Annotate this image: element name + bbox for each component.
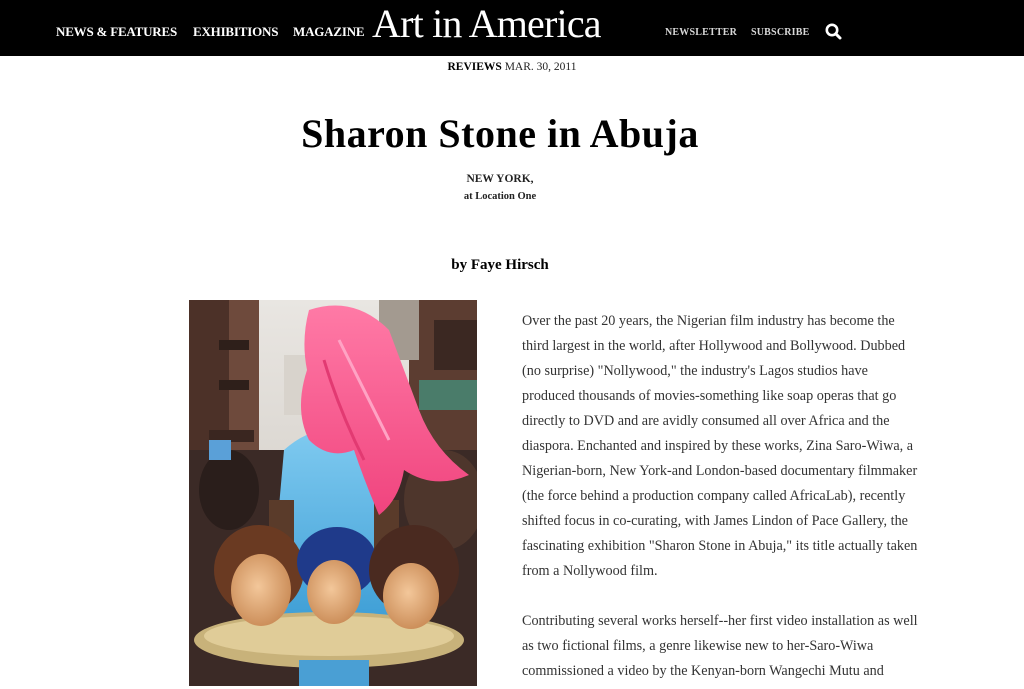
location-venue: at Location One (463, 191, 537, 202)
article-title: Sharon Stone in Abuja (301, 111, 699, 156)
article-kicker: REVIEWS MAR. 30, 2011 (0, 61, 1024, 73)
body-line: Over the past 20 years, the Nigerian fil… (522, 313, 895, 329)
body-line: from a Nollywood film. (522, 563, 658, 579)
body-line: diaspora. Enchanted and inspired by thes… (522, 438, 914, 454)
body-line: (the force behind a production company c… (522, 488, 906, 504)
body-line: fascinating exhibition "Sharon Stone in … (522, 538, 918, 554)
nav-subscribe[interactable]: SUBSCRIBE (751, 27, 810, 38)
article-body: Over the past 20 years, the Nigerian fil… (522, 309, 952, 689)
body-line: shifted focus in co-curating, with James… (522, 513, 908, 529)
nav-exhibitions[interactable]: EXHIBITIONS (193, 24, 278, 40)
body-line: commissioned a video by the Kenyan-born … (522, 663, 884, 679)
article-photo (189, 300, 477, 686)
top-navigation-bar: NEWS & FEATURES EXHIBITIONS MAGAZINE Art… (0, 0, 1024, 56)
body-line: Nigerian-born, New York-and London-based… (522, 463, 918, 479)
body-line: third largest in the world, after Hollyw… (522, 338, 906, 354)
nav-news-features[interactable]: NEWS & FEATURES (56, 24, 177, 40)
article-paragraph-2: Contributing several works herself--her … (522, 609, 952, 684)
body-line: produced thousands of movies-something l… (522, 388, 897, 404)
body-line: directly to DVD and are avidly consumed … (522, 413, 890, 429)
nav-newsletter[interactable]: NEWSLETTER (665, 27, 737, 38)
location-city: NEW YORK, (466, 173, 534, 185)
article-byline: by Faye Hirsch (451, 257, 549, 273)
search-icon[interactable] (824, 22, 844, 42)
body-line: as two fictional films, a genre likewise… (522, 638, 874, 654)
site-logo[interactable]: Art in America (372, 0, 602, 47)
article-paragraph-1: Over the past 20 years, the Nigerian fil… (522, 309, 952, 584)
nav-magazine[interactable]: MAGAZINE (293, 24, 365, 40)
body-line: Contributing several works herself--her … (522, 613, 918, 629)
body-line: (no surprise) "Nollywood," the industry'… (522, 363, 868, 379)
article-category[interactable]: REVIEWS (448, 61, 502, 73)
article-date: MAR. 30, 2011 (504, 61, 577, 73)
